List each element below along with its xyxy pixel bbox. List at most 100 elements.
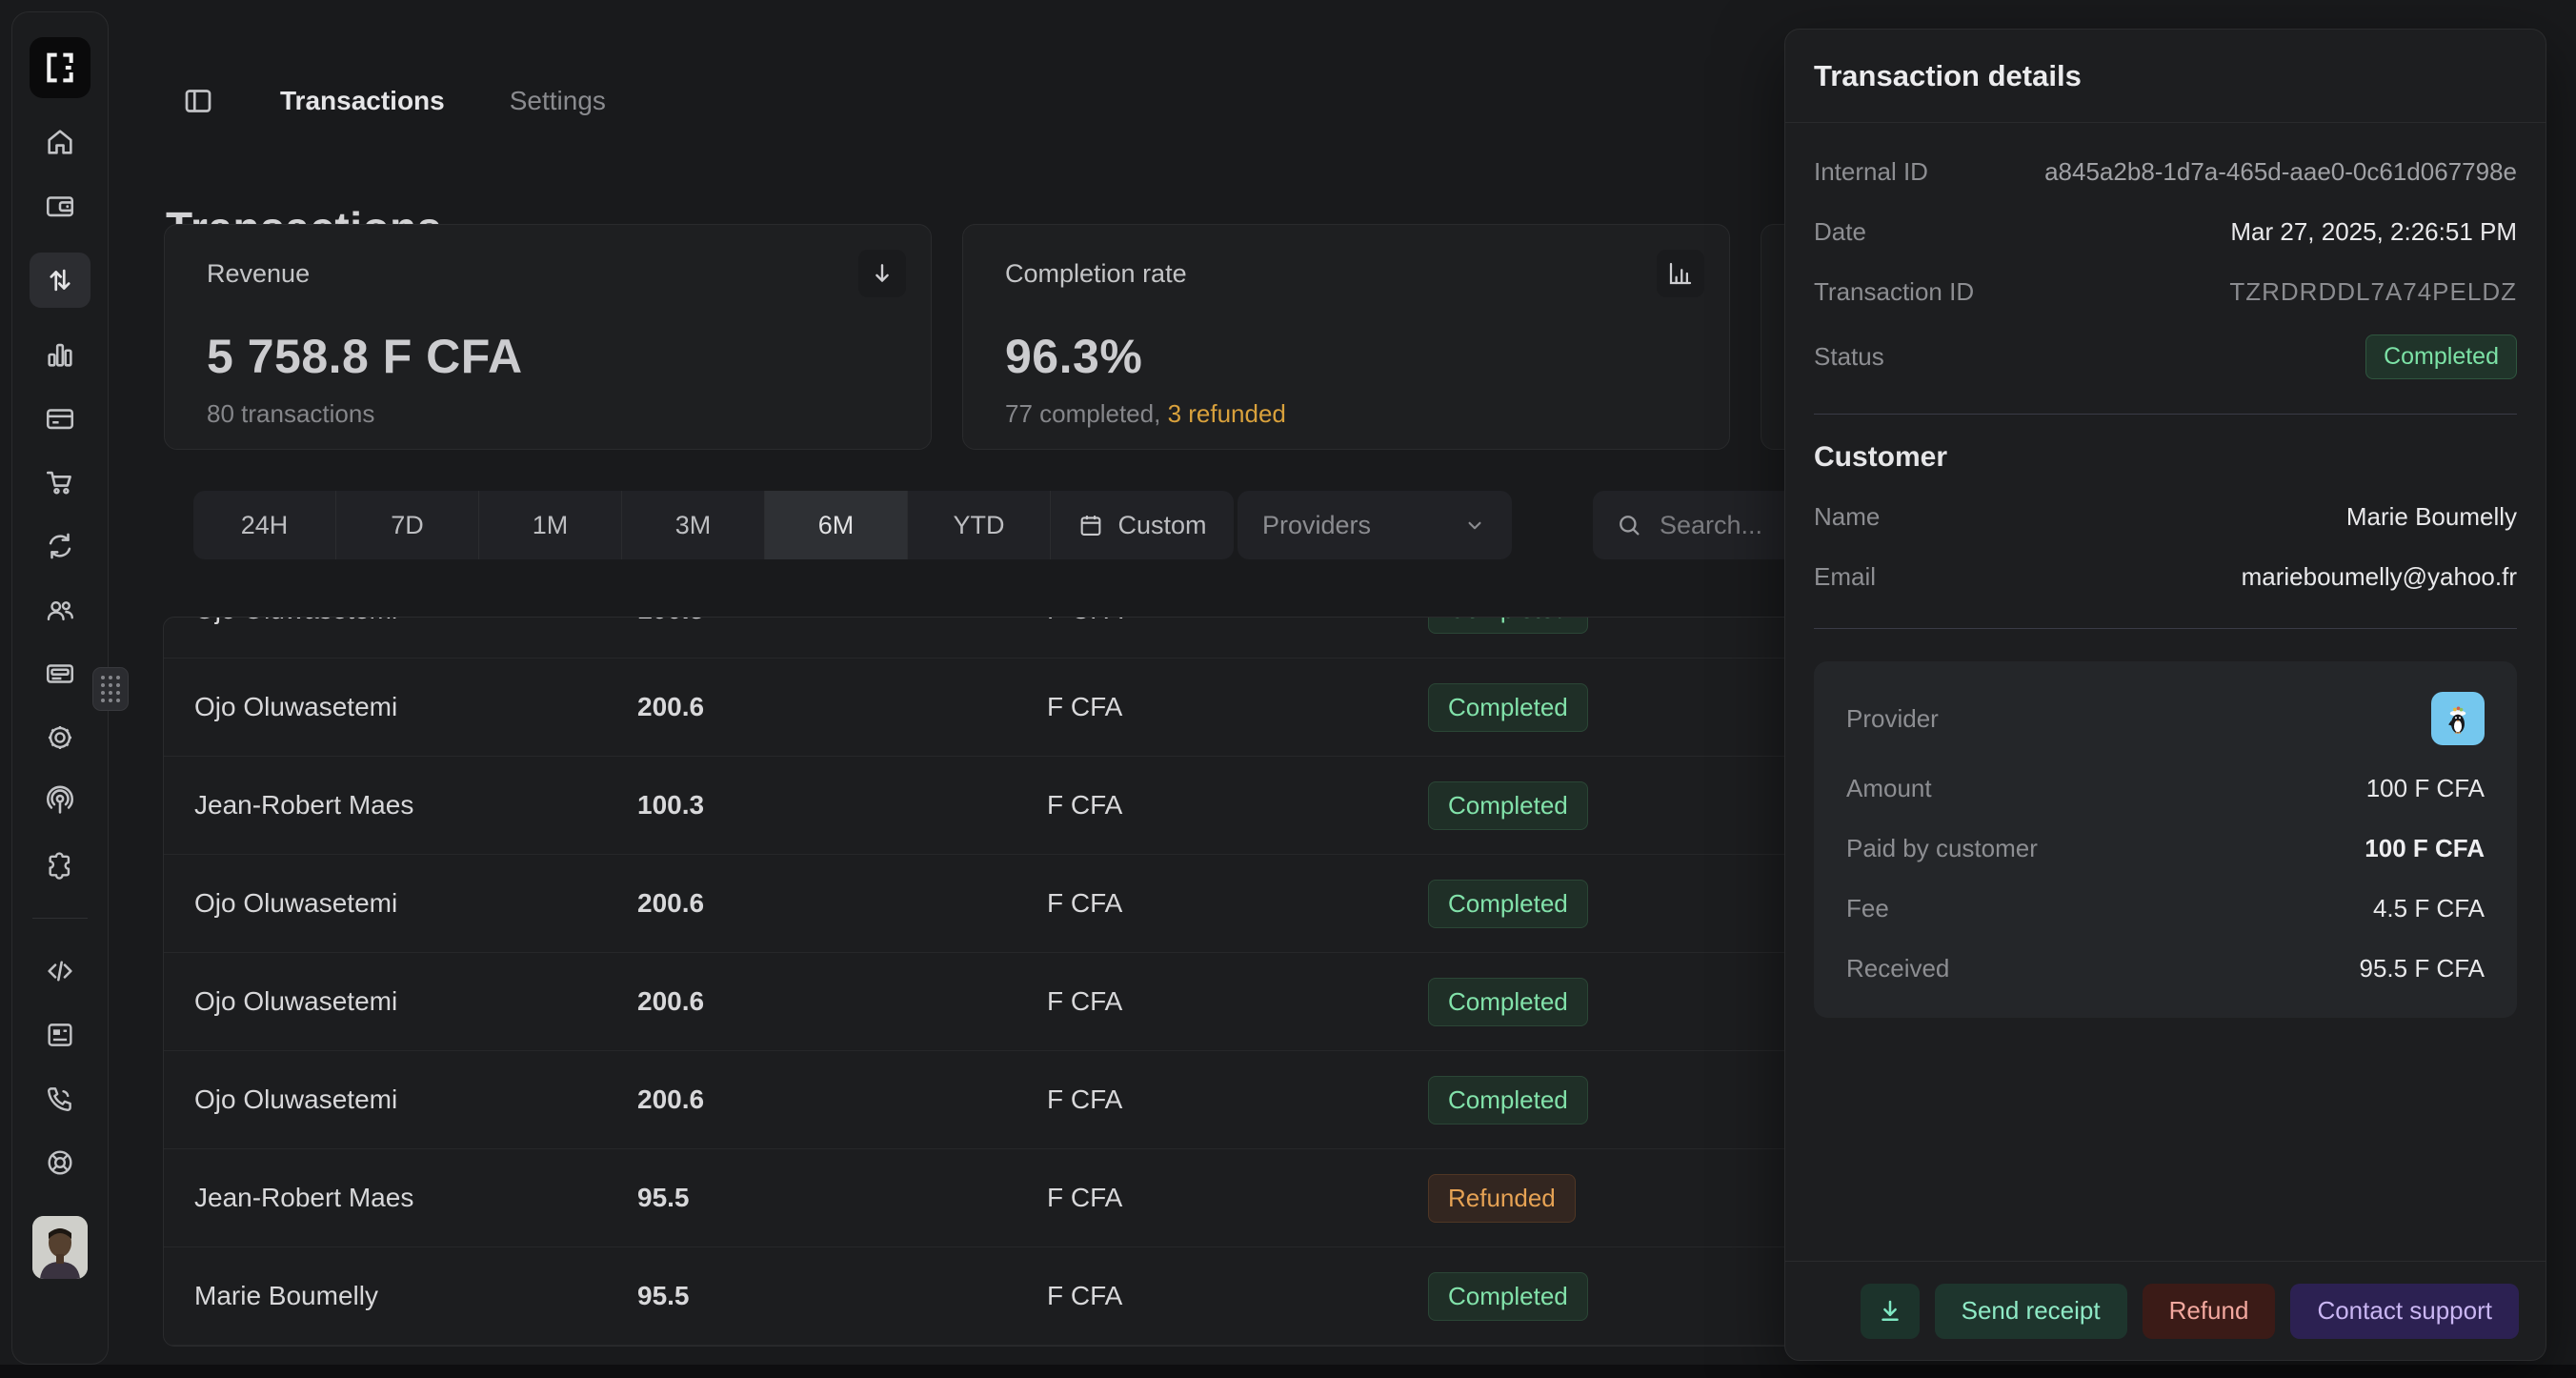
- provider-card: Provider: [1814, 661, 2517, 1018]
- received-row: Received 95.5 F CFA: [1846, 951, 2485, 985]
- amount-cell: 200.6: [637, 692, 1047, 722]
- date-value: Mar 27, 2025, 2:26:51 PM: [2230, 217, 2517, 247]
- completion-chart-button[interactable]: [1657, 250, 1704, 297]
- penguin-icon: [2437, 698, 2479, 740]
- sidebar-item-terminal[interactable]: [43, 657, 77, 691]
- table-row[interactable]: Ojo Oluwasetemi 200.6 F CFA Completed: [164, 659, 1812, 757]
- sidebar-item-credit-card[interactable]: [43, 401, 77, 436]
- puzzle-icon: [44, 849, 76, 882]
- currency-cell: F CFA: [1047, 1281, 1428, 1311]
- transaction-details-panel: Transaction details Internal ID a845a2b8…: [1784, 29, 2546, 1361]
- sidebar-item-analytics[interactable]: [43, 337, 77, 372]
- sidebar-item-settings[interactable]: [43, 720, 77, 755]
- customer-name-cell: Ojo Oluwasetemi: [194, 692, 637, 722]
- sidebar-item-wallet[interactable]: [43, 189, 77, 223]
- provider-label: Provider: [1846, 704, 1939, 734]
- download-receipt-button[interactable]: [1861, 1284, 1920, 1339]
- sidebar-divider: [32, 918, 88, 919]
- fee-label: Fee: [1846, 894, 1889, 923]
- range-custom[interactable]: Custom: [1051, 491, 1234, 559]
- fee-row: Fee 4.5 F CFA: [1846, 891, 2485, 925]
- name-value: Marie Boumelly: [2346, 502, 2517, 532]
- user-avatar[interactable]: [32, 1216, 88, 1279]
- sidebar-item-broadcast[interactable]: [43, 784, 77, 819]
- sidebar-item-integrations[interactable]: [43, 848, 77, 882]
- email-label: Email: [1814, 562, 1876, 592]
- table-row[interactable]: Jean-Robert Maes 100.3 F CFA Completed: [164, 757, 1812, 855]
- panel-header: Transaction details: [1785, 30, 2546, 123]
- amount-row: Amount 100 F CFA: [1846, 771, 2485, 805]
- revenue-card: Revenue 5 758.8 F CFA 80 transactions: [164, 224, 932, 450]
- tab-settings[interactable]: Settings: [510, 86, 606, 116]
- gear-icon: [44, 721, 76, 754]
- sidebar-item-cart[interactable]: [43, 465, 77, 499]
- range-6m-active[interactable]: 6M: [765, 491, 908, 559]
- penguin-provider-logo: [2431, 692, 2485, 745]
- sidebar-item-docs[interactable]: [43, 1018, 77, 1052]
- table-row[interactable]: Ojo Oluwasetemi 200.6 F CFA Completed: [164, 1051, 1812, 1149]
- sidebar-item-phone-support[interactable]: [43, 1082, 77, 1116]
- sidebar-nav: [30, 125, 91, 1180]
- table-row[interactable]: Ojo Oluwasetemi 200.6 F CFA Completed: [164, 953, 1812, 1051]
- sidebar-item-customers[interactable]: [43, 593, 77, 627]
- provider-row: Provider: [1846, 692, 2485, 745]
- transaction-id-row: Transaction ID TZRDRDDL7A74PELDZ: [1814, 274, 2517, 309]
- range-1m[interactable]: 1M: [479, 491, 622, 559]
- refund-button[interactable]: Refund: [2143, 1284, 2276, 1339]
- amount-value: 100 F CFA: [2366, 774, 2485, 803]
- completion-card-title: Completion rate: [1005, 259, 1687, 289]
- range-ytd[interactable]: YTD: [908, 491, 1051, 559]
- currency-cell: F CFA: [1047, 986, 1428, 1017]
- panel-toggle-button[interactable]: [181, 84, 215, 118]
- internal-id-label: Internal ID: [1814, 157, 1928, 187]
- refresh-icon: [44, 530, 76, 562]
- currency-cell: F CFA: [1047, 1183, 1428, 1213]
- panel-title: Transaction details: [1814, 59, 2082, 93]
- received-label: Received: [1846, 954, 1949, 983]
- revenue-value: 5 758.8 F CFA: [207, 329, 889, 384]
- revenue-export-button[interactable]: [858, 250, 906, 297]
- wallet-icon: [44, 190, 76, 222]
- customer-email-row: Email marieboumelly@yahoo.fr: [1814, 559, 2517, 594]
- providers-select[interactable]: Providers: [1238, 491, 1512, 559]
- status-badge: Completed: [1428, 1076, 1588, 1125]
- sidebar-item-home[interactable]: [43, 125, 77, 159]
- custom-range-label: Custom: [1117, 511, 1206, 540]
- customer-name-cell: Ojo Oluwasetemi: [194, 1084, 637, 1115]
- tab-transactions[interactable]: Transactions: [280, 86, 445, 116]
- table-row[interactable]: Jean-Robert Maes 95.5 F CFA Refunded: [164, 1149, 1812, 1247]
- completion-rate-card: Completion rate 96.3% 77 completed, 3 re…: [962, 224, 1730, 450]
- refunded-count: 3 refunded: [1168, 399, 1286, 428]
- currency-cell: F CFA: [1047, 692, 1428, 722]
- broadcast-icon: [44, 785, 76, 818]
- amount-cell: 200.6: [637, 888, 1047, 919]
- customer-heading: Customer: [1814, 441, 2517, 474]
- table-row-partial[interactable]: Ojo Oluwasetemi 100.3 F CFA Completed: [164, 618, 1812, 659]
- amount-cell: 95.5: [637, 1281, 1047, 1311]
- email-value: marieboumelly@yahoo.fr: [2242, 562, 2517, 592]
- status-badge: Completed: [1428, 683, 1588, 732]
- date-range-tabs: 24H 7D 1M 3M 6M YTD Custom: [193, 491, 1234, 559]
- sidebar-resize-handle[interactable]: [92, 667, 129, 711]
- send-receipt-button[interactable]: Send receipt: [1935, 1284, 2127, 1339]
- sidebar-item-help[interactable]: [43, 1145, 77, 1180]
- sidebar-item-developers[interactable]: [43, 954, 77, 988]
- amount-cell: 100.3: [637, 790, 1047, 821]
- sidebar-item-recurring[interactable]: [43, 529, 77, 563]
- table-row[interactable]: Marie Boumelly 95.5 F CFA Completed: [164, 1247, 1812, 1346]
- customer-name-cell: Jean-Robert Maes: [194, 790, 637, 821]
- contact-support-button[interactable]: Contact support: [2290, 1284, 2519, 1339]
- range-3m[interactable]: 3M: [622, 491, 765, 559]
- table-row[interactable]: Ojo Oluwasetemi 200.6 F CFA Completed: [164, 855, 1812, 953]
- providers-select-label: Providers: [1262, 511, 1371, 540]
- amount-cell: 200.6: [637, 986, 1047, 1017]
- paid-value: 100 F CFA: [2365, 834, 2485, 863]
- status-row: Status Completed: [1814, 334, 2517, 379]
- status-label: Status: [1814, 342, 1884, 372]
- fee-value: 4.5 F CFA: [2373, 894, 2485, 923]
- paid-by-customer-row: Paid by customer 100 F CFA: [1846, 831, 2485, 865]
- range-24h[interactable]: 24H: [193, 491, 336, 559]
- range-7d[interactable]: 7D: [336, 491, 479, 559]
- app-logo[interactable]: [30, 37, 91, 98]
- sidebar-item-transactions-active[interactable]: [30, 253, 91, 308]
